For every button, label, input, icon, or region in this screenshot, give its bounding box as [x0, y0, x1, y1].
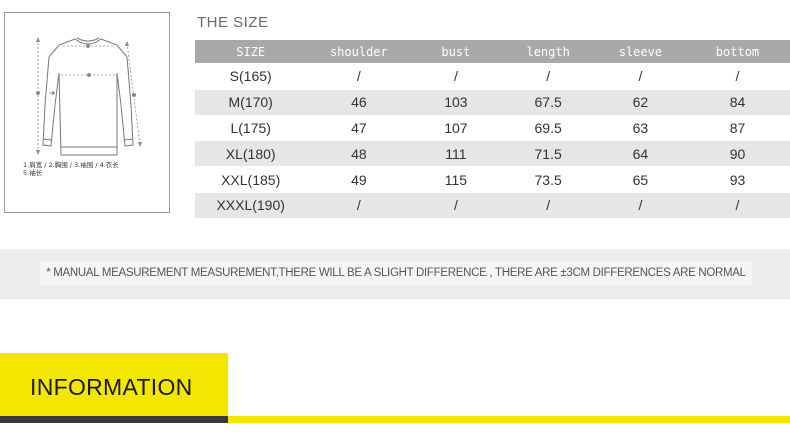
bottom-cell: 87 [684, 114, 790, 141]
header-shoulder: shoulder [306, 40, 412, 64]
shoulder-cell: 48 [306, 140, 412, 167]
sleeve-cell: / [595, 191, 685, 218]
bottom-cell: / [684, 191, 790, 218]
table-row: S(165) / / / / / [195, 63, 790, 90]
bust-cell: 107 [411, 114, 501, 141]
bust-cell: 111 [411, 140, 501, 167]
header-sleeve: sleeve [595, 40, 685, 64]
bust-cell: 103 [411, 88, 501, 116]
legend-line-2: 5.袖长 [23, 169, 43, 177]
size-cell: L(175) [195, 114, 307, 141]
table-row: XXXL(190) / / / / / [195, 191, 790, 218]
shoulder-cell: / [306, 63, 412, 90]
information-divider-dark [0, 416, 228, 423]
table-row: M(170) 46 103 67.5 62 84 [195, 88, 790, 116]
size-cell: XXL(185) [195, 166, 307, 193]
bust-cell: 115 [411, 166, 501, 193]
measurement-note: * MANUAL MEASUREMENT MEASUREMENT,THERE W… [40, 262, 752, 285]
length-cell: 67.5 [500, 88, 596, 116]
length-cell: 69.5 [500, 114, 596, 141]
garment-diagram: 1.肩宽 / 2.胸围 / 3.袖围 / 4.衣长 5.袖长 [4, 12, 170, 213]
table-row: L(175) 47 107 69.5 63 87 [195, 114, 790, 141]
sleeve-cell: 63 [595, 114, 685, 141]
information-title: INFORMATION [30, 374, 193, 400]
sleeve-cell: 62 [595, 88, 685, 116]
legend-line-1: 1.肩宽 / 2.胸围 / 3.袖围 / 4.衣长 [23, 161, 119, 169]
shoulder-cell: / [306, 191, 412, 218]
header-bottom: bottom [684, 40, 790, 64]
shoulder-cell: 47 [306, 114, 412, 141]
length-cell: / [500, 63, 596, 90]
bottom-cell: 93 [684, 166, 790, 193]
bottom-cell: 90 [684, 140, 790, 167]
size-cell: XXXL(190) [195, 191, 307, 218]
header-bust: bust [411, 40, 501, 64]
table-row: XL(180) 48 111 71.5 64 90 [195, 140, 790, 167]
sleeve-cell: / [595, 63, 685, 90]
size-cell: XL(180) [195, 140, 307, 167]
size-cell: S(165) [195, 63, 307, 90]
measurement-legend: 1.肩宽 / 2.胸围 / 3.袖围 / 4.衣长 5.袖长 [23, 161, 153, 177]
shoulder-cell: 46 [306, 88, 412, 116]
length-cell: 71.5 [500, 140, 596, 167]
bust-cell: / [411, 191, 501, 218]
bottom-cell: / [684, 63, 790, 90]
sweater-sketch-icon [36, 37, 142, 156]
sleeve-cell: 64 [595, 140, 685, 167]
bust-cell: / [411, 63, 501, 90]
bottom-cell: 84 [684, 88, 790, 116]
size-table: SIZE shoulder bust length sleeve bottom … [195, 40, 790, 218]
size-table-header: SIZE shoulder bust length sleeve bottom [195, 40, 790, 64]
shoulder-cell: 49 [306, 166, 412, 193]
size-cell: M(170) [195, 88, 307, 116]
header-size: SIZE [195, 40, 307, 64]
header-length: length [500, 40, 596, 64]
sleeve-cell: 65 [595, 166, 685, 193]
table-row: XXL(185) 49 115 73.5 65 93 [195, 166, 790, 193]
size-chart-title: THE SIZE [197, 14, 269, 31]
length-cell: 73.5 [500, 166, 596, 193]
length-cell: / [500, 191, 596, 218]
